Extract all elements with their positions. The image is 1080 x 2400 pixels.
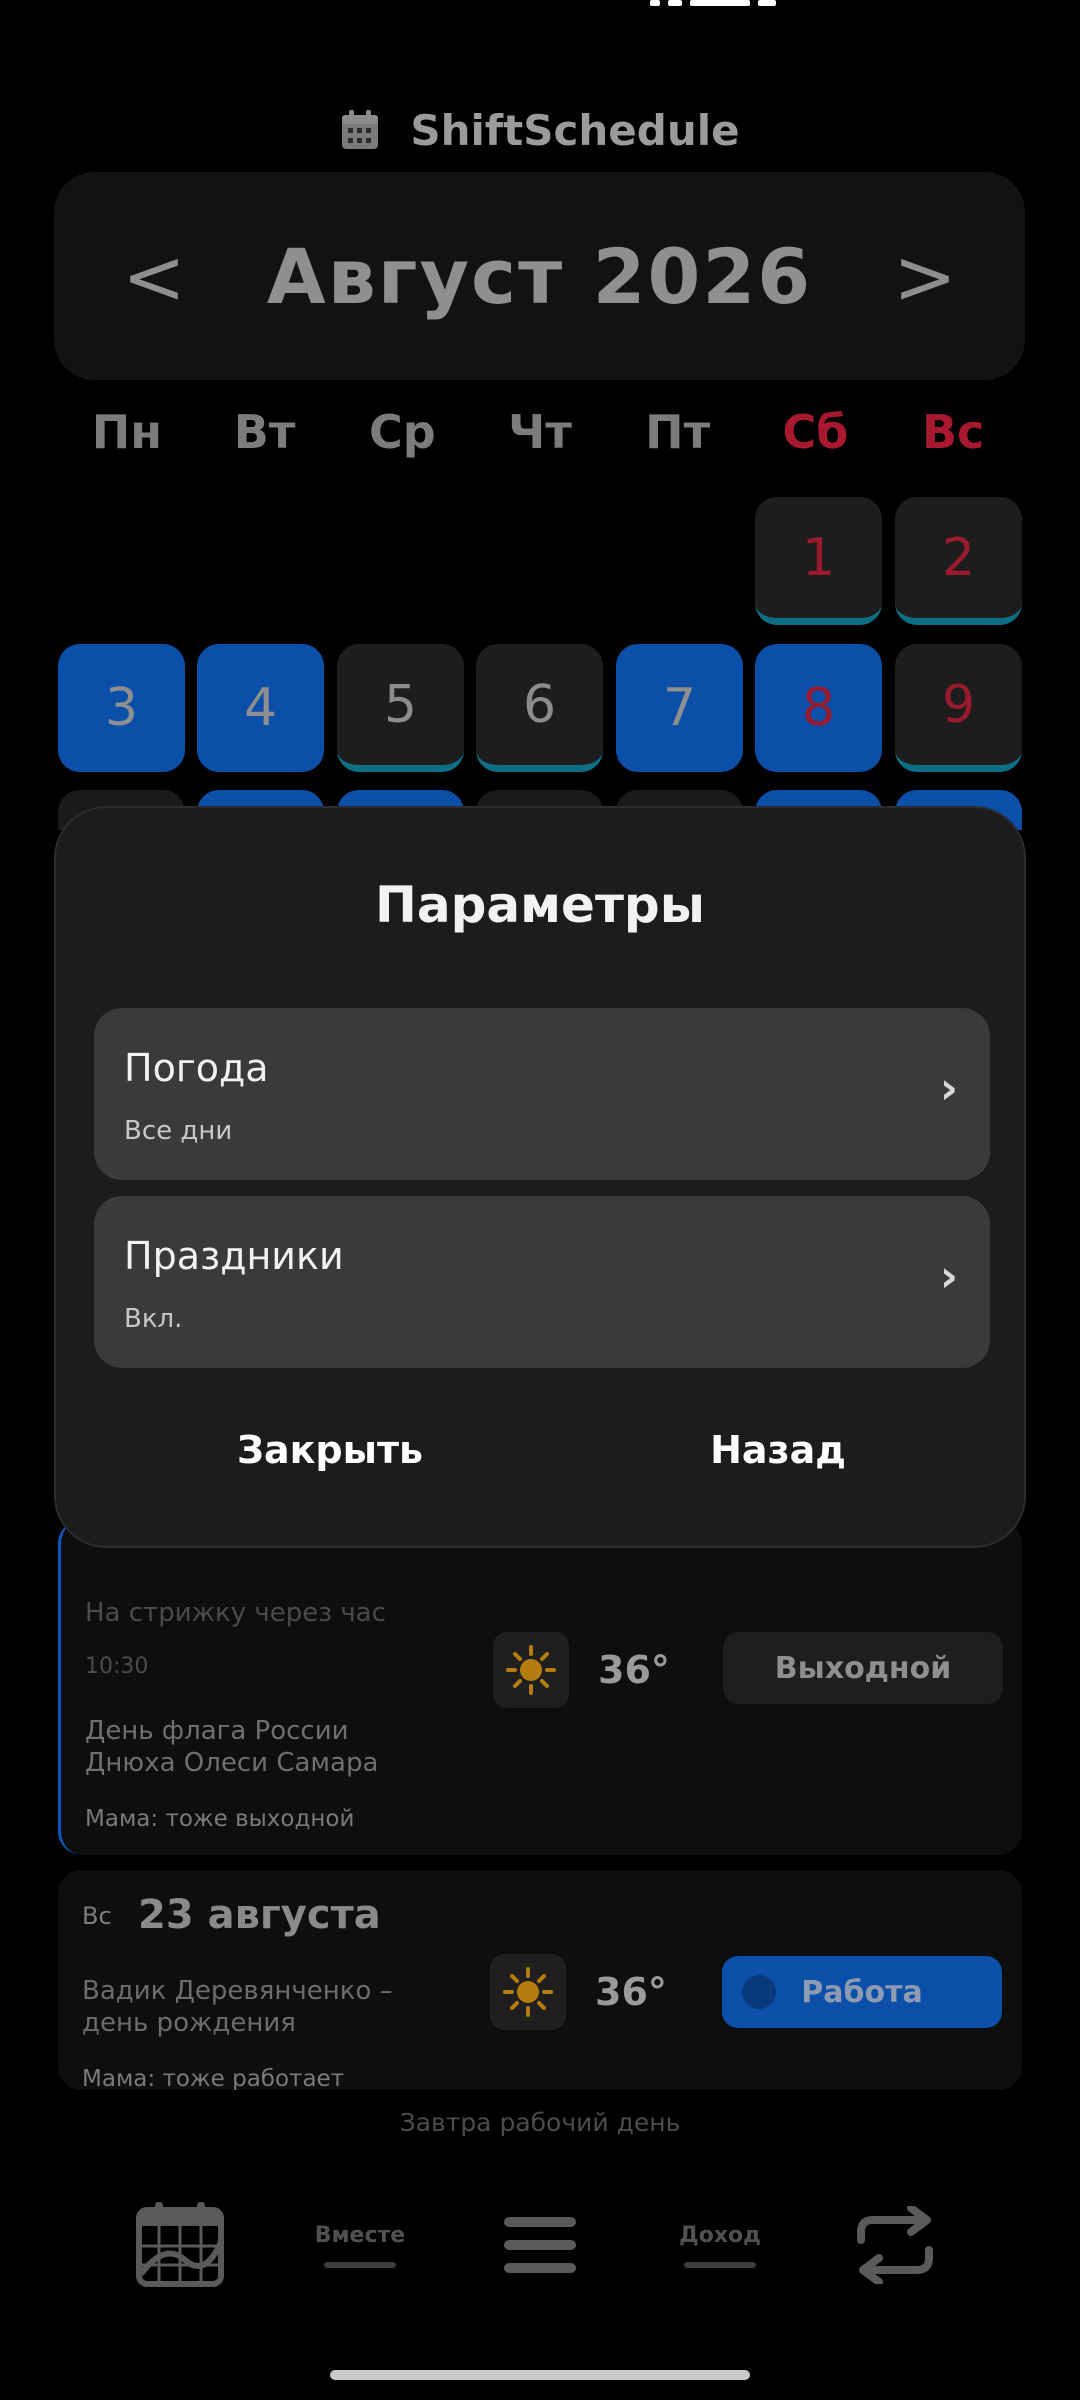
weekday-label: Пт <box>645 405 711 459</box>
month-header: Август 2026 < > <box>54 172 1025 380</box>
calendar-day[interactable]: 3 <box>58 644 185 772</box>
weather-setting-row[interactable]: Погода Все дни › <box>94 1008 990 1180</box>
row-title: Погода <box>124 1046 269 1090</box>
weekday-label: Чт <box>508 405 572 459</box>
day-event: день рождения <box>82 2008 296 2038</box>
calendar-icon <box>340 109 380 151</box>
calendar-day[interactable]: 1 <box>755 497 882 625</box>
sync-icon[interactable] <box>845 2190 945 2300</box>
family-note: Мама: тоже работает <box>82 2066 345 2090</box>
sun-icon <box>490 1954 566 2030</box>
weekday-header: Пн Вт Ср Чт Пт Сб Вс <box>58 405 1022 475</box>
calendar-day[interactable]: 9 <box>895 644 1022 772</box>
weekday-label: Вс <box>922 405 985 459</box>
calendar-day[interactable]: 2 <box>895 497 1022 625</box>
day-time: 10:30 <box>85 1654 149 1679</box>
calendar-day[interactable]: 7 <box>616 644 743 772</box>
status-label: Работа <box>801 1974 923 2010</box>
close-button[interactable]: Закрыть <box>180 1428 480 1488</box>
calendar-day[interactable]: 5 <box>337 644 464 772</box>
settings-dialog: Параметры Погода Все дни › Праздники Вкл… <box>54 806 1026 1548</box>
day-event: День флага России <box>85 1716 349 1746</box>
calendar-week: 3 4 5 6 7 8 9 <box>58 644 1022 772</box>
weekday-label: Ср <box>368 405 436 459</box>
nav-together[interactable]: Вместе <box>300 2190 420 2300</box>
temperature: 36° <box>595 1970 667 2014</box>
holidays-setting-row[interactable]: Праздники Вкл. › <box>94 1196 990 1368</box>
calendar-day[interactable]: 8 <box>755 644 882 772</box>
calendar-day[interactable]: 6 <box>476 644 603 772</box>
day-card[interactable]: На стрижку через час 10:30 День флага Ро… <box>58 1520 1022 1855</box>
bell-icon <box>742 1975 776 2009</box>
nav-income-label: Доход <box>679 2222 761 2248</box>
calendar-week: 1 2 <box>58 497 1022 625</box>
home-indicator[interactable] <box>330 2370 750 2380</box>
footer-hint: Завтра рабочий день <box>399 2108 681 2137</box>
sun-icon <box>493 1632 569 1708</box>
app-title: ShiftSchedule <box>410 105 740 155</box>
day-note: На стрижку через час <box>85 1598 386 1628</box>
temperature: 36° <box>598 1648 670 1692</box>
row-subtitle: Все дни <box>124 1116 233 1146</box>
day-weekday: Вс <box>82 1902 112 1930</box>
chevron-right-icon: › <box>939 1063 958 1114</box>
status-button[interactable]: Выходной <box>723 1632 1003 1704</box>
weekday-label: Сб <box>782 405 849 459</box>
weekday-label: Вт <box>233 405 296 459</box>
day-card[interactable]: Вс 23 августа Вадик Деревянченко – день … <box>58 1870 1022 2090</box>
back-button[interactable]: Назад <box>628 1428 928 1488</box>
bottom-nav: Вместе Доход <box>0 2190 1080 2310</box>
calendar-day[interactable]: 4 <box>197 644 324 772</box>
day-event: Вадик Деревянченко – <box>82 1976 393 2006</box>
status-button[interactable]: Работа <box>722 1956 1002 2028</box>
prev-month-button[interactable]: < <box>94 172 214 380</box>
next-month-button[interactable]: > <box>865 172 985 380</box>
dialog-title: Параметры <box>375 876 705 934</box>
menu-icon[interactable] <box>490 2190 590 2300</box>
day-event: Днюха Олеси Самара <box>85 1748 379 1778</box>
nav-underline <box>324 2261 396 2268</box>
app-header: ShiftSchedule <box>0 100 1080 160</box>
row-subtitle: Вкл. <box>124 1304 183 1334</box>
nav-income[interactable]: Доход <box>660 2190 780 2300</box>
row-title: Праздники <box>124 1234 344 1278</box>
family-note: Мама: тоже выходной <box>85 1806 355 1832</box>
nav-together-label: Вместе <box>314 2222 406 2248</box>
calendar-chart-icon[interactable] <box>130 2190 230 2300</box>
status-bar-icons <box>650 0 910 10</box>
nav-underline <box>684 2261 756 2268</box>
chevron-right-icon: › <box>939 1251 958 1302</box>
weekday-label: Пн <box>91 405 162 459</box>
day-date: 23 августа <box>138 1892 381 1938</box>
